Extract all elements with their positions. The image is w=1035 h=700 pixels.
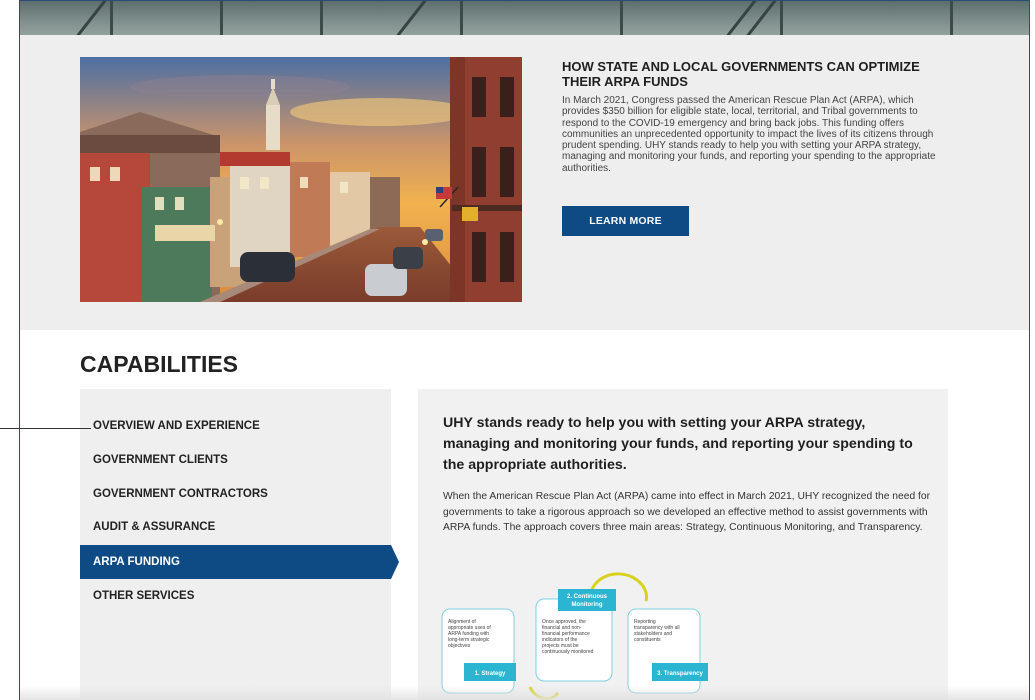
monitoring-text-line-6: continuously monitored xyxy=(542,649,594,655)
header-banner-image xyxy=(20,1,1029,38)
strategy-text-line-5: objectives xyxy=(448,643,471,649)
menu-item-government-contractors[interactable]: GOVERNMENT CONTRACTORS xyxy=(80,477,391,511)
menu-item-other-services[interactable]: OTHER SERVICES xyxy=(80,579,391,613)
railing-post xyxy=(320,1,323,35)
transparency-label: 3. Transparency xyxy=(657,671,703,677)
capability-paragraph: When the American Rescue Plan Act (ARPA)… xyxy=(443,491,931,533)
railing-diagonal xyxy=(76,1,107,38)
strategy-label: 1. Strategy xyxy=(475,671,506,677)
capabilities-title: CAPABILITIES xyxy=(80,351,239,377)
feature-title: HOW STATE AND LOCAL GOVERNMENTS CAN OPTI… xyxy=(562,59,920,89)
transparency-text-line-4: constituents xyxy=(634,637,661,643)
annotation-callout-line xyxy=(0,428,91,429)
railing-post xyxy=(460,1,463,35)
capabilities-menu: OVERVIEW AND EXPERIENCE GOVERNMENT CLIEN… xyxy=(80,389,399,700)
railing-post xyxy=(780,1,783,35)
menu-item-government-clients[interactable]: GOVERNMENT CLIENTS xyxy=(80,443,391,477)
arpa-feature-section: HOW STATE AND LOCAL GOVERNMENTS CAN OPTI… xyxy=(20,35,1029,330)
learn-more-button[interactable]: LEARN MORE xyxy=(562,206,689,236)
menu-item-arpa-funding[interactable]: ARPA FUNDING xyxy=(80,545,399,579)
monitoring-label-line-2: Monitoring xyxy=(572,602,603,608)
railing-post xyxy=(110,1,113,35)
capability-detail-panel: UHY stands ready to help you with settin… xyxy=(418,389,948,700)
monitoring-label-line-1: 2. Continuous xyxy=(567,594,608,600)
feature-text-block: HOW STATE AND LOCAL GOVERNMENTS CAN OPTI… xyxy=(562,59,952,174)
railing-diagonal xyxy=(396,1,427,38)
menu-item-overview-and-experience[interactable]: OVERVIEW AND EXPERIENCE xyxy=(80,409,391,443)
town-street-photo xyxy=(80,57,522,302)
menu-item-audit-assurance[interactable]: AUDIT & ASSURANCE xyxy=(80,510,391,544)
railing-post xyxy=(220,1,223,35)
railing-post xyxy=(950,1,953,35)
bottom-fade xyxy=(20,686,1029,700)
railing-post xyxy=(620,1,623,35)
arpa-approach-diagram: Alignment of appropriate uses of ARPA fu… xyxy=(440,567,740,700)
capability-heading: UHY stands ready to help you with settin… xyxy=(443,415,913,473)
page-frame: HOW STATE AND LOCAL GOVERNMENTS CAN OPTI… xyxy=(19,0,1030,700)
feature-description: In March 2021, Congress passed the Ameri… xyxy=(562,95,936,174)
